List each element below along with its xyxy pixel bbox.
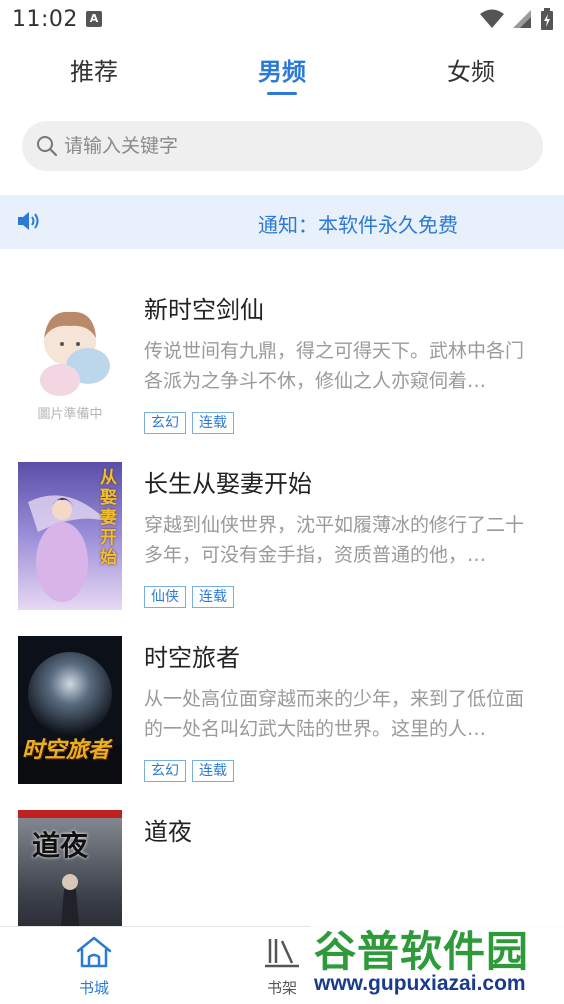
status-icons — [480, 8, 554, 30]
active-tab-indicator — [267, 92, 297, 95]
book-item[interactable]: 时空旅者 时空旅者 从一处高位面穿越而来的少年，来到了低位面的一处名叫幻武大陆的… — [0, 610, 564, 784]
watermark-url: www.gupuxiazai.com — [314, 972, 526, 995]
nav-label: 书城 — [78, 979, 109, 997]
book-title[interactable]: 新时空剑仙 — [144, 290, 264, 325]
cover-title: 从娶妻开始 — [100, 468, 117, 568]
status-time: 11:02 — [12, 7, 78, 32]
cover-title: 道夜 — [32, 829, 89, 862]
book-cover[interactable]: 时空旅者 — [18, 636, 122, 784]
search-icon — [37, 136, 58, 157]
bookshelf-icon — [265, 939, 299, 968]
genre-tag: 玄幻 — [144, 412, 186, 434]
home-icon — [76, 936, 112, 968]
status-bar: 11:02 A — [0, 0, 564, 40]
book-title[interactable]: 长生从娶妻开始 — [144, 464, 312, 499]
category-tabs: 推荐 男频 女频 — [0, 48, 564, 100]
genre-tag: 仙侠 — [144, 586, 186, 608]
site-watermark: 谷普软件园 www.gupuxiazai.com — [310, 914, 564, 1004]
book-item[interactable]: 圖片準備中 新时空剑仙 传说世间有九鼎，得之可得天下。武林中各门各派为之争斗不休… — [0, 262, 564, 436]
notice-text: 通知：本软件永久免费 — [258, 213, 458, 237]
cover-placeholder-label: 圖片準備中 — [37, 407, 103, 422]
book-title[interactable]: 时空旅者 — [144, 638, 240, 673]
nav-bookstore[interactable]: 书城 — [54, 935, 134, 998]
notice-bar[interactable]: 通知：本软件永久免费 — [0, 195, 564, 249]
book-tags: 玄幻 连载 — [144, 760, 234, 782]
book-description: 传说世间有九鼎，得之可得天下。武林中各门各派为之争斗不休，修仙之人亦窥伺着… — [144, 340, 525, 392]
tab-female[interactable]: 女频 — [447, 52, 495, 87]
search-bar[interactable] — [22, 121, 543, 171]
book-cover[interactable]: 从娶妻开始 — [18, 462, 122, 610]
status-tag: 连载 — [192, 760, 234, 782]
genre-tag: 玄幻 — [144, 760, 186, 782]
book-tags: 玄幻 连载 — [144, 412, 234, 434]
wifi-icon — [480, 9, 504, 28]
status-tag: 连载 — [192, 412, 234, 434]
book-description: 穿越到仙侠世界，沈平如履薄冰的修行了二十多年，可没有金手指，资质普通的他，… — [144, 514, 525, 566]
book-item[interactable]: 从娶妻开始 长生从娶妻开始 穿越到仙侠世界，沈平如履薄冰的修行了二十多年，可没有… — [0, 436, 564, 610]
book-title[interactable]: 道夜 — [144, 812, 192, 847]
book-cover[interactable]: 道夜 — [18, 810, 122, 926]
status-tag: 连载 — [192, 586, 234, 608]
signal-icon — [513, 10, 531, 28]
book-item[interactable]: 道夜 道夜 — [0, 784, 564, 926]
cover-title: 时空旅者 — [22, 738, 111, 763]
battery-icon — [541, 8, 553, 30]
search-input[interactable] — [64, 135, 504, 157]
book-list: 圖片準備中 新时空剑仙 传说世间有九鼎，得之可得天下。武林中各门各派为之争斗不休… — [0, 262, 564, 926]
tab-male[interactable]: 男频 — [258, 52, 306, 87]
book-tags: 仙侠 连载 — [144, 586, 234, 608]
tab-recommend[interactable]: 推荐 — [70, 52, 118, 87]
book-cover-placeholder[interactable]: 圖片準備中 — [18, 288, 122, 436]
book-description: 从一处高位面穿越而来的少年，来到了低位面的一处名叫幻武大陆的世界。这里的人… — [144, 688, 525, 740]
notification-badge-icon: A — [86, 11, 102, 27]
watermark-title: 谷普软件园 — [314, 927, 530, 976]
